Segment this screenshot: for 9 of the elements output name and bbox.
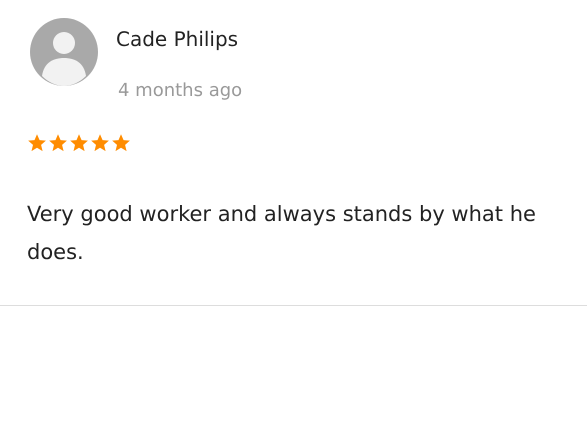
star-icon <box>111 133 131 153</box>
star-icon <box>69 133 89 153</box>
star-icon <box>90 133 110 153</box>
review-text: Very good worker and always stands by what he does. <box>27 201 537 266</box>
avatar-icon <box>30 18 98 86</box>
star-icon <box>27 133 47 153</box>
review-time: 4 months ago <box>118 80 242 101</box>
author-name: Cade Philips <box>116 27 240 51</box>
star-icon <box>48 133 68 153</box>
